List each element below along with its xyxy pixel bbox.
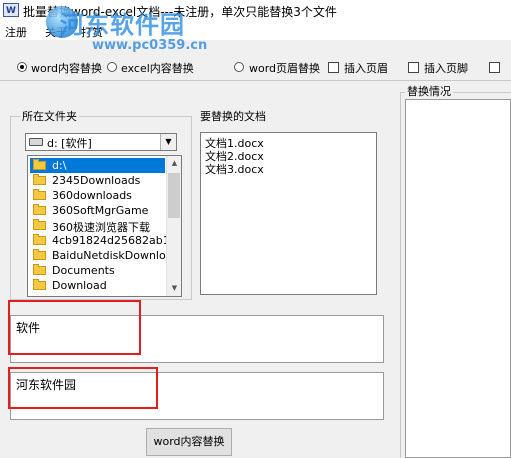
chevron-down-icon[interactable]: ▼ — [160, 134, 176, 150]
label-excel-content: excel内容替换 — [121, 62, 194, 75]
folder-item-label: Download — [52, 279, 107, 292]
folder-group-label: 所在文件夹 — [20, 108, 79, 124]
folder-item[interactable]: 2345Downloads — [30, 173, 165, 188]
folder-icon — [33, 204, 46, 215]
folder-item-label: 4cb91824d25682ab1ef — [52, 234, 181, 247]
docs-group-label: 要替换的文档 — [200, 110, 266, 123]
radio-word-header[interactable] — [234, 62, 244, 72]
folder-list-scrollbar[interactable]: ▲ ▼ — [166, 156, 181, 296]
folder-item[interactable]: 360downloads — [30, 188, 165, 203]
folder-item[interactable]: 360SoftMgrGame — [30, 203, 165, 218]
folder-icon — [33, 264, 46, 275]
checkbox-extra-option[interactable] — [489, 62, 500, 73]
menu-register[interactable]: 注册 — [5, 24, 27, 40]
doc-item[interactable]: 文档3.docx — [205, 161, 264, 177]
folder-item-label: d:\ — [52, 159, 67, 172]
folder-item-label: 2345Downloads — [52, 174, 141, 187]
folder-item[interactable]: Documents — [30, 263, 165, 278]
folder-icon — [33, 279, 46, 290]
folder-open-icon — [33, 159, 46, 170]
watermark-url: www.pc0359.cn — [92, 38, 208, 53]
radio-excel-content[interactable] — [107, 62, 117, 72]
folder-icon — [33, 234, 46, 245]
drive-icon — [29, 138, 43, 146]
scroll-down-icon[interactable]: ▼ — [167, 281, 181, 296]
radio-word-content[interactable] — [17, 62, 27, 72]
word-content-replace-button[interactable]: word内容替换 — [146, 428, 232, 456]
folder-item-label: 360downloads — [52, 189, 132, 202]
folder-item[interactable]: Download — [30, 278, 165, 293]
result-group-label: 替换情况 — [405, 83, 453, 99]
folder-item[interactable]: 4cb91824d25682ab1ef — [30, 233, 180, 248]
scrollbar-thumb[interactable] — [168, 173, 180, 218]
drive-select-value: d: [软件] — [47, 137, 92, 150]
label-word-header: word页眉替换 — [249, 62, 321, 75]
folder-icon — [33, 249, 46, 260]
folder-item-label: BaiduNetdiskDownload — [52, 249, 180, 262]
folder-item-label: 360SoftMgrGame — [52, 204, 149, 217]
folder-list[interactable]: d:\ 2345Downloads 360downloads 360SoftMg… — [27, 155, 182, 297]
folder-item[interactable]: d:\ — [30, 158, 165, 173]
folder-item[interactable]: 360极速浏览器下载 — [30, 218, 165, 234]
folder-icon — [33, 219, 46, 230]
folder-item[interactable]: BaiduNetdiskDownload — [30, 248, 179, 263]
result-output-area[interactable] — [405, 99, 511, 458]
label-insert-footer: 插入页脚 — [424, 62, 468, 75]
docs-list[interactable]: 文档1.docx 文档2.docx 文档3.docx — [200, 132, 377, 295]
checkbox-insert-header[interactable] — [328, 62, 339, 73]
options-divider — [0, 80, 511, 81]
find-text-highlight — [8, 300, 141, 355]
label-word-content: word内容替换 — [31, 62, 103, 75]
folder-icon — [33, 174, 46, 185]
checkbox-insert-footer[interactable] — [408, 62, 419, 73]
watermark-site-name: 河东软件园 — [60, 11, 185, 39]
app-icon: W — [3, 3, 19, 17]
scroll-up-icon[interactable]: ▲ — [167, 156, 181, 171]
folder-icon — [33, 189, 46, 200]
drive-select[interactable]: d: [软件] ▼ — [25, 133, 177, 151]
label-insert-header: 插入页眉 — [344, 62, 388, 75]
replace-text-highlight — [8, 367, 158, 409]
folder-item-label: Documents — [52, 264, 115, 277]
